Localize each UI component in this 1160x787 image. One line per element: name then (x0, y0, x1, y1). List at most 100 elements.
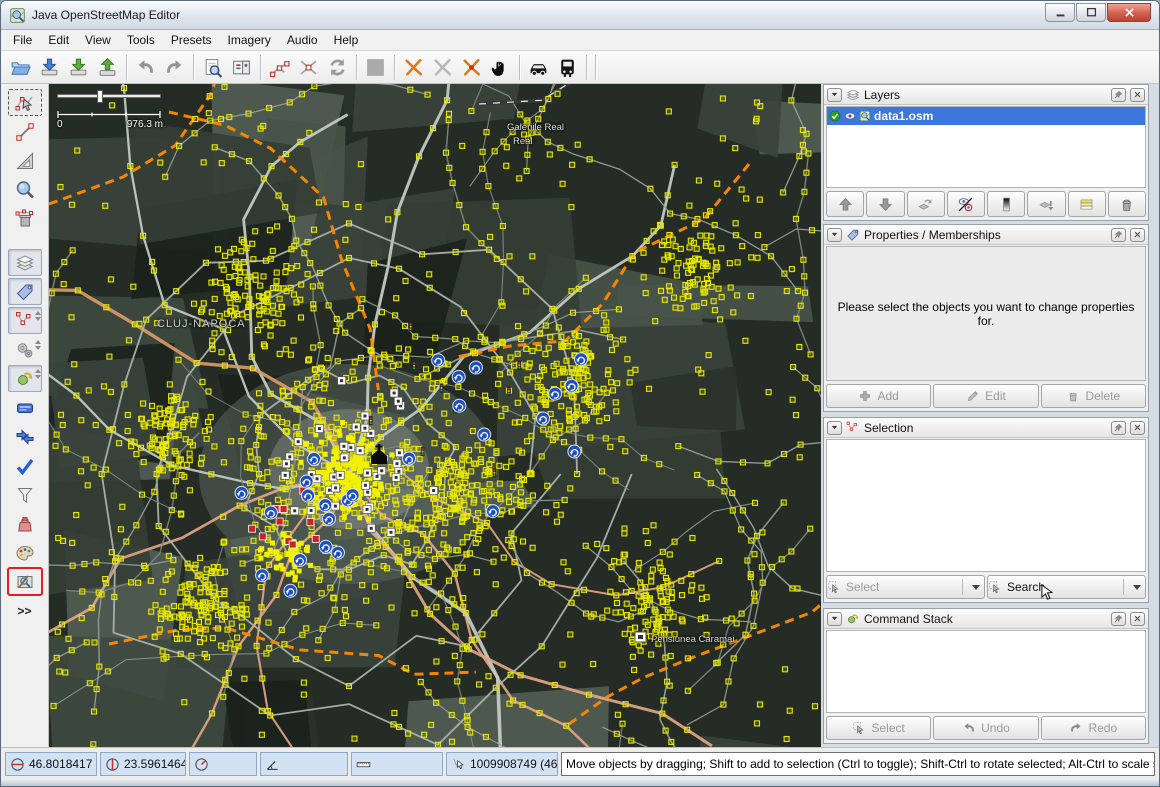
menu-help[interactable]: Help (326, 31, 367, 49)
unglue-ways-button[interactable] (265, 53, 294, 81)
filter-button[interactable] (8, 481, 42, 508)
imagery-placeholder-button[interactable] (361, 53, 390, 81)
menu-file[interactable]: File (5, 31, 40, 49)
upload-data-button[interactable] (93, 53, 122, 81)
undo-button[interactable] (131, 53, 160, 81)
reverse-way-button[interactable] (457, 53, 486, 81)
toggle-layers-panel[interactable] (8, 249, 42, 276)
merge-nodes-button[interactable] (294, 53, 323, 81)
move-layer-up-button[interactable] (826, 191, 864, 217)
pin-icon[interactable] (1111, 612, 1126, 626)
conflict-panel-button[interactable] (8, 423, 42, 450)
open-file-button[interactable] (6, 53, 35, 81)
delete-tool[interactable] (8, 205, 42, 232)
angle-field[interactable] (260, 752, 348, 776)
move-layer-down-button[interactable] (866, 191, 904, 217)
add-tag-button[interactable]: Add (826, 384, 931, 408)
menu-imagery[interactable]: Imagery (220, 31, 279, 49)
menu-view[interactable]: View (77, 31, 119, 49)
latitude-field[interactable]: 46.8018417 (5, 752, 97, 776)
imagery-panel-button[interactable] (8, 394, 42, 421)
merge-layer-down-button[interactable] (1027, 191, 1065, 217)
select-move-tool[interactable] (8, 89, 42, 116)
collapse-icon[interactable] (827, 612, 842, 626)
measure-angle-tool[interactable] (8, 147, 42, 174)
minimize-button[interactable] (1045, 3, 1075, 22)
zoom-tool[interactable] (8, 176, 42, 203)
combine-way-button[interactable] (428, 53, 457, 81)
command-redo-button[interactable]: Redo (1041, 716, 1146, 740)
distance-field[interactable] (351, 752, 443, 776)
pin-icon[interactable] (1111, 228, 1126, 242)
toggle-relations-panel[interactable] (8, 336, 42, 363)
delete-tag-button[interactable]: Delete (1041, 384, 1146, 408)
heading-field[interactable] (189, 752, 257, 776)
longitude-field[interactable]: 23.5961464 (100, 752, 186, 776)
layer-row[interactable]: data1.osm (827, 107, 1145, 125)
update-data-button[interactable] (323, 53, 352, 81)
edit-tag-button[interactable]: Edit (933, 384, 1038, 408)
zoom-slider[interactable] (57, 90, 161, 103)
selection-select-button[interactable]: Select (826, 575, 985, 599)
toggle-properties-panel[interactable] (8, 278, 42, 305)
pin-icon[interactable] (1111, 421, 1126, 435)
collapse-icon[interactable] (827, 421, 842, 435)
map-canvas[interactable]: Galeriile RealRealCLUJ-NAPOCAPensiunea C… (49, 84, 821, 747)
toggle-commandstack-panel[interactable] (8, 365, 42, 392)
menu-presets[interactable]: Presets (163, 31, 220, 49)
command-undo-button[interactable]: Undo (933, 716, 1038, 740)
pan-button[interactable] (486, 53, 515, 81)
collapse-icon[interactable] (827, 228, 842, 242)
properties-panel-title: Properties / Memberships (864, 228, 1001, 242)
save-session-button[interactable] (35, 53, 64, 81)
preferences-button[interactable] (227, 53, 256, 81)
statusbar: 46.8018417 23.5961464 1009908749 (46.804… (1, 747, 1159, 780)
close-icon[interactable] (1130, 88, 1145, 102)
selection-panel-title: Selection (864, 421, 913, 435)
right-panel-column: Layers data1.osm (821, 84, 1151, 747)
draw-node-tool[interactable] (8, 118, 42, 145)
car-routing-button[interactable] (524, 53, 553, 81)
maximize-button[interactable] (1076, 3, 1106, 22)
split-way-button[interactable] (399, 53, 428, 81)
object-info-field[interactable]: 1009908749 (46.8044... (446, 752, 558, 776)
collapse-icon[interactable] (827, 88, 842, 102)
layer-opacity-button[interactable] (987, 191, 1025, 217)
close-icon[interactable] (1130, 421, 1145, 435)
menu-tools[interactable]: Tools (119, 31, 163, 49)
redo-button[interactable] (160, 53, 189, 81)
bus-routing-button[interactable] (553, 53, 582, 81)
selection-panel: Selection Select Search (823, 417, 1149, 603)
redo-icon (1069, 721, 1083, 735)
selection-list[interactable] (826, 439, 1146, 572)
map-paint-styles-button[interactable] (8, 539, 42, 566)
close-icon[interactable] (1130, 612, 1145, 626)
selection-search-button[interactable]: Search (987, 575, 1146, 599)
command-select-button[interactable]: Select (826, 716, 931, 740)
delete-layer-button[interactable] (1108, 191, 1146, 217)
properties-empty-message: Please select the objects you want to ch… (826, 246, 1146, 381)
more-buttons[interactable]: >> (8, 597, 42, 624)
layers-list[interactable]: data1.osm (826, 106, 1146, 188)
titlebar[interactable]: Java OpenStreetMap Editor (1, 1, 1159, 30)
close-icon[interactable] (1130, 228, 1145, 242)
menu-audio[interactable]: Audio (279, 31, 326, 49)
layer-visible-icon[interactable] (844, 110, 856, 122)
plugin-button[interactable] (8, 568, 42, 595)
download-data-button[interactable] (64, 53, 93, 81)
search-preferences-button[interactable] (198, 53, 227, 81)
changeset-manager-button[interactable] (8, 510, 42, 537)
duplicate-layer-button[interactable] (1068, 191, 1106, 217)
pin-icon[interactable] (1111, 88, 1126, 102)
menu-edit[interactable]: Edit (40, 31, 77, 49)
show-hide-layer-button[interactable] (947, 191, 985, 217)
zoom-slider-handle[interactable] (97, 90, 103, 103)
close-button[interactable] (1107, 3, 1151, 22)
layer-active-icon[interactable] (829, 110, 841, 122)
side-toolbar: >> (1, 84, 49, 747)
properties-panel-header: Properties / Memberships (824, 225, 1148, 245)
merge-layer-button[interactable] (907, 191, 945, 217)
toggle-selection-panel[interactable] (8, 307, 42, 334)
command-stack-list[interactable] (826, 630, 1146, 713)
validator-button[interactable] (8, 452, 42, 479)
